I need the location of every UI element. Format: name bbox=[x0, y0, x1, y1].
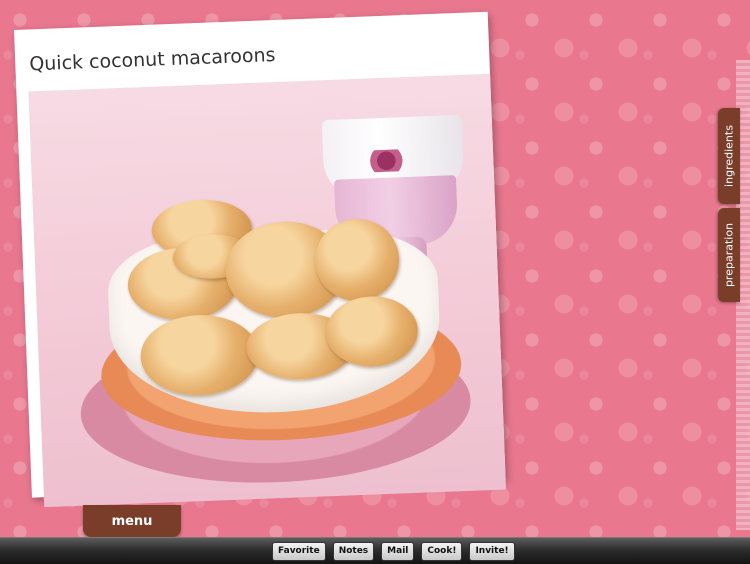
favorite-button[interactable]: Favorite bbox=[272, 542, 326, 561]
teacup-rose-decoration bbox=[365, 149, 407, 173]
menu-button[interactable]: menu bbox=[83, 505, 181, 537]
bottom-toolbar: Favorite Notes Mail Cook! Invite! bbox=[0, 537, 750, 564]
tab-preparation-label: preparation bbox=[722, 222, 736, 288]
mail-button[interactable]: Mail bbox=[381, 542, 415, 561]
toolbar-button-group: Favorite Notes Mail Cook! Invite! bbox=[272, 542, 515, 561]
recipe-card: Quick coconut macaroons bbox=[14, 11, 507, 508]
cook-button[interactable]: Cook! bbox=[421, 542, 463, 561]
recipe-title: Quick coconut macaroons bbox=[28, 43, 276, 76]
tab-ingredients[interactable]: ingredients bbox=[718, 108, 740, 204]
tab-preparation[interactable]: preparation bbox=[718, 208, 740, 302]
invite-button[interactable]: Invite! bbox=[469, 542, 515, 561]
menu-label: menu bbox=[111, 513, 153, 529]
tab-ingredients-label: ingredients bbox=[722, 125, 736, 187]
notes-button[interactable]: Notes bbox=[332, 542, 375, 561]
recipe-photo bbox=[28, 73, 507, 508]
